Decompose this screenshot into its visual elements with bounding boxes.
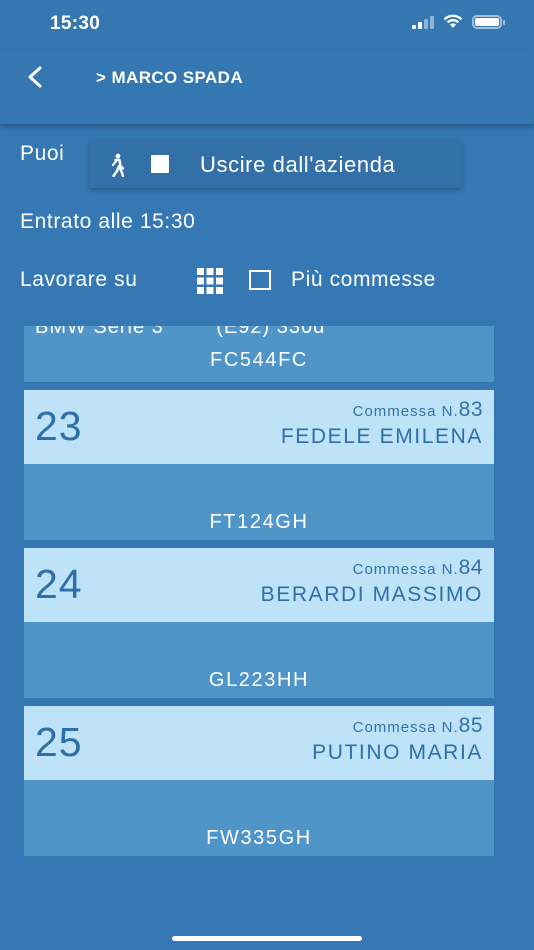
vehicle-model: BMW Serie 3 (E92) 330d — [35, 326, 326, 338]
list-item[interactable]: 25 Commessa N.85 PUTINO MARIA FW335GH — [24, 706, 494, 856]
nav-bar: > MARCO SPADA — [0, 50, 534, 124]
order-header: 23 Commessa N.83 FEDELE EMILENA — [24, 390, 494, 464]
order-header: 25 Commessa N.85 PUTINO MARIA — [24, 706, 494, 780]
status-bar: 15:30 — [0, 0, 534, 50]
list-item[interactable]: 24 Commessa N.84 BERARDI MASSIMO GL223HH — [24, 548, 494, 698]
home-indicator[interactable] — [172, 936, 362, 941]
chevron-left-icon — [28, 66, 42, 88]
entered-time-text: Entrato alle 15:30 — [20, 210, 196, 233]
order-number: Commessa N.85 — [352, 714, 483, 737]
order-body: FW335GH — [24, 780, 494, 856]
multi-orders-label: Più commesse — [291, 268, 436, 291]
back-button[interactable] — [22, 62, 52, 92]
license-plate: FT124GH — [209, 511, 309, 533]
license-plate: FC544FC — [210, 349, 308, 371]
status-time: 15:30 — [50, 13, 101, 34]
multi-orders-checkbox[interactable] — [249, 270, 271, 290]
can-label: Puoi — [20, 142, 65, 165]
orders-list[interactable]: BMW Serie 3 (E92) 330d FC544FC 23 Commes… — [0, 326, 534, 886]
customer-name: BERARDI MASSIMO — [260, 583, 483, 606]
battery-icon — [472, 14, 505, 29]
exit-button-label: Uscire dall'azienda — [200, 152, 396, 177]
page-title: > MARCO SPADA — [96, 68, 244, 87]
wifi-icon — [443, 14, 463, 28]
order-header: 24 Commessa N.84 BERARDI MASSIMO — [24, 548, 494, 622]
grid-icon[interactable] — [197, 268, 223, 294]
list-item[interactable]: 23 Commessa N.83 FEDELE EMILENA FT124GH — [24, 390, 494, 540]
work-on-label: Lavorare su — [20, 268, 138, 291]
order-body: FT124GH — [24, 464, 494, 540]
license-plate: FW335GH — [206, 827, 312, 849]
order-index: 23 — [35, 403, 83, 449]
license-plate: GL223HH — [208, 669, 310, 691]
cellular-signal-icon — [412, 15, 434, 29]
exit-company-button[interactable]: Uscire dall'azienda — [89, 140, 462, 188]
order-index: 25 — [35, 719, 83, 765]
order-body: GL223HH — [24, 622, 494, 698]
order-number: Commessa N.83 — [352, 398, 483, 421]
customer-name: FEDELE EMILENA — [280, 425, 483, 448]
status-icons — [412, 14, 505, 29]
order-index: 24 — [35, 561, 83, 607]
walking-person-icon — [111, 153, 125, 177]
stop-square-icon — [151, 155, 169, 173]
customer-name: PUTINO MARIA — [312, 741, 483, 764]
order-number: Commessa N.84 — [352, 556, 483, 579]
list-item[interactable]: BMW Serie 3 (E92) 330d FC544FC — [24, 326, 494, 382]
